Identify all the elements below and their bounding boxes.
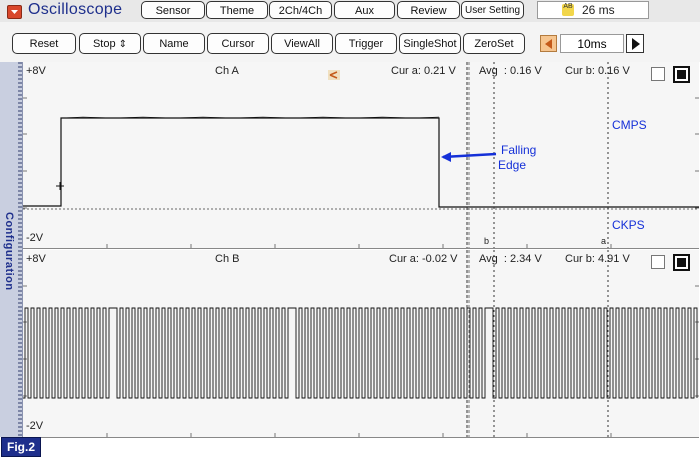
timebase-decrease-icon[interactable] bbox=[540, 35, 557, 52]
cursor-button[interactable]: Cursor bbox=[207, 33, 269, 54]
tab-sensor[interactable]: Sensor bbox=[141, 1, 205, 19]
channel-a-average: Avg : 0.16 V bbox=[479, 65, 542, 77]
timebase-increase-icon[interactable] bbox=[626, 34, 644, 53]
time-value: 26 ms bbox=[582, 3, 615, 17]
zeroset-button[interactable]: ZeroSet bbox=[463, 33, 525, 54]
channel-a-bottom-scale: -2V bbox=[26, 232, 44, 244]
tab-2ch-4ch[interactable]: 2Ch/4Ch bbox=[269, 1, 332, 19]
stop-arrows-icon: ⇕ bbox=[118, 39, 128, 50]
app-menu-icon[interactable] bbox=[7, 5, 22, 19]
channel-b-bottom-scale: -2V bbox=[26, 420, 44, 432]
channel-a-checkbox[interactable] bbox=[651, 67, 665, 81]
tab-review[interactable]: Review bbox=[397, 1, 460, 19]
ab-icon: AB bbox=[562, 3, 574, 16]
channel-b-average: Avg : 2.34 V bbox=[479, 253, 542, 265]
channel-b-toggle[interactable] bbox=[673, 254, 690, 271]
tab-theme[interactable]: Theme bbox=[206, 1, 268, 19]
falling-edge-annotation-line1: Falling bbox=[501, 143, 537, 157]
stop-label: Stop bbox=[92, 38, 116, 50]
timebase-value: 10ms bbox=[560, 34, 624, 53]
channel-a-toggle[interactable] bbox=[673, 66, 690, 83]
channel-a-canvas bbox=[23, 62, 699, 248]
channel-b-name: Ch B bbox=[215, 253, 240, 265]
sidebar-grip[interactable] bbox=[18, 62, 22, 437]
trigger-button[interactable]: Trigger bbox=[335, 33, 397, 54]
cursor-a-marker: a bbox=[601, 236, 607, 246]
tab-user-setting[interactable]: User Setting bbox=[461, 1, 524, 19]
channel-b-checkbox[interactable] bbox=[651, 255, 665, 269]
singleshot-button[interactable]: SingleShot bbox=[399, 33, 461, 54]
tab-aux[interactable]: Aux bbox=[334, 1, 395, 19]
channel-a-top-scale: +8V bbox=[26, 65, 46, 77]
figure-label: Fig.2 bbox=[1, 437, 41, 457]
channel-a-cursor-a: Cur a: 0.21 V bbox=[391, 65, 456, 77]
stop-button[interactable]: Stop ⇕ bbox=[79, 33, 141, 54]
cursor-b-marker: b bbox=[484, 236, 490, 246]
channel-b-cursor-b: Cur b: 4.91 V bbox=[565, 253, 630, 265]
channel-a-plot[interactable]: +8V Ch A Cur a: 0.21 V Avg : 0.16 V Cur … bbox=[23, 62, 699, 249]
channel-b-top-scale: +8V bbox=[26, 253, 46, 265]
app-title: Oscilloscope bbox=[28, 1, 123, 18]
falling-edge-annotation-line2: Edge bbox=[498, 158, 527, 172]
channel-b-plot[interactable]: +8V Ch B Cur a: -0.02 V Avg : 2.34 V Cur… bbox=[23, 250, 699, 438]
name-button[interactable]: Name bbox=[143, 33, 205, 54]
channel-a-name: Ch A bbox=[215, 65, 239, 77]
channel-a-cursor-b: Cur b: 0.16 V bbox=[565, 65, 630, 77]
cmps-label: CMPS bbox=[612, 118, 647, 132]
time-readout: AB 26 ms bbox=[537, 1, 649, 19]
channel-b-cursor-a: Cur a: -0.02 V bbox=[389, 253, 458, 265]
reset-button[interactable]: Reset bbox=[12, 33, 76, 54]
ckps-label: CKPS bbox=[612, 218, 645, 232]
channel-b-canvas bbox=[23, 250, 699, 437]
sidebar-label: Configuration bbox=[3, 212, 15, 291]
viewall-button[interactable]: ViewAll bbox=[271, 33, 333, 54]
